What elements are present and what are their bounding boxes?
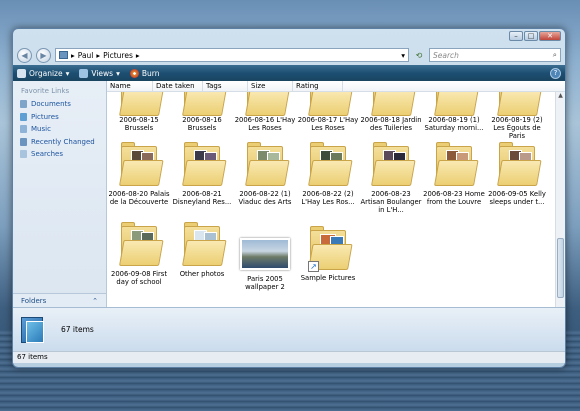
column-headers: Name Date taken Tags Size Rating (107, 81, 565, 92)
sidebar-item-recently-changed[interactable]: Recently Changed (13, 136, 106, 149)
scroll-up-icon[interactable]: ▲ (556, 92, 565, 101)
breadcrumb-pictures[interactable]: Pictures (103, 51, 133, 60)
column-date-taken[interactable]: Date taken (153, 81, 203, 91)
command-bar: Organize ▾ Views ▾ Burn ? (13, 65, 565, 81)
chevron-down-icon: ▾ (116, 68, 120, 78)
folder-icon (371, 92, 416, 116)
close-button[interactable]: ✕ (539, 31, 561, 41)
sidebar-item-documents[interactable]: Documents (13, 98, 106, 111)
folder-icon (497, 92, 542, 116)
breadcrumb-separator: ▸ (96, 50, 101, 60)
folder-item[interactable]: 2006-08-21 Disneyland Res... (170, 142, 234, 206)
music-icon (20, 125, 27, 134)
title-bar: – □ ✕ (13, 29, 565, 45)
folder-item[interactable]: 2006-08-20 Palais de la Découverte (107, 142, 171, 206)
address-bar[interactable]: ▸ Paul ▸ Pictures ▸ ▾ (55, 48, 409, 62)
column-rating[interactable]: Rating (293, 81, 343, 91)
shortcut-arrow-icon: ↗ (308, 261, 319, 272)
organize-button[interactable]: Organize ▾ (17, 68, 70, 78)
organize-icon (17, 68, 26, 78)
details-pane: 67 items (13, 307, 565, 351)
folder-icon (182, 222, 227, 268)
folder-item[interactable]: 2006-08-19 (1) Saturday morni... (422, 92, 486, 132)
file-list: Name Date taken Tags Size Rating 2006-08… (107, 81, 565, 307)
chevron-up-icon: ⌃ (92, 296, 98, 305)
folder-item[interactable]: 2006-09-05 Kelly sleeps under t... (485, 142, 549, 206)
folder-item[interactable]: 2006-08-22 (1) Viaduc des Arts (233, 142, 297, 206)
main-area: Favorite Links Documents Pictures Music … (13, 81, 565, 307)
folder-item[interactable]: 2006-08-16 L'Hay Les Roses (233, 92, 297, 132)
folder-item[interactable]: 2006-08-16 Brussels (170, 92, 234, 132)
folder-icon (119, 92, 164, 116)
folder-item[interactable]: Other photos (170, 222, 234, 278)
search-input[interactable]: Search ⌕ (429, 48, 561, 62)
folder-icon (434, 142, 479, 188)
burn-button[interactable]: Burn (129, 68, 159, 78)
column-size[interactable]: Size (248, 81, 293, 91)
folder-item[interactable]: 2006-08-19 (2) Les Égouts de Paris (485, 92, 549, 140)
folder-icon (182, 142, 227, 188)
folder-icon (434, 92, 479, 116)
image-item[interactable]: Paris 2005 wallpaper 2 (233, 222, 297, 291)
column-tags[interactable]: Tags (203, 81, 248, 91)
chevron-down-icon: ▾ (65, 68, 70, 78)
folder-item[interactable]: 2006-08-17 L'Hay Les Roses (296, 92, 360, 132)
folder-item[interactable]: 2006-08-23 Artisan Boulanger in L'H... (359, 142, 423, 214)
folder-icon (245, 142, 290, 188)
status-item-count: 67 items (17, 353, 48, 361)
folder-icon (119, 222, 164, 268)
status-bar: 67 items (13, 351, 565, 363)
folder-icon: ↗ (308, 226, 353, 272)
favorite-links-heading: Favorite Links (21, 87, 70, 95)
help-icon[interactable]: ? (550, 67, 561, 79)
folder-icon (497, 142, 542, 188)
pictures-icon (20, 112, 27, 121)
photo-thumbnail (240, 238, 290, 270)
folder-icon (308, 142, 353, 188)
folder-item[interactable]: 2006-09-08 First day of school (107, 222, 171, 286)
breadcrumb-separator: ▸ (71, 50, 75, 60)
vertical-scrollbar[interactable]: ▲ (555, 92, 565, 307)
address-row: ◀ ▶ ▸ Paul ▸ Pictures ▸ ▾ ⟲ Search ⌕ (13, 45, 565, 65)
breadcrumb-separator: ▸ (135, 50, 140, 60)
navigation-pane: Favorite Links Documents Pictures Music … (13, 81, 107, 307)
folder-item[interactable]: 2006-08-23 Home from the Louvre (422, 142, 486, 206)
refresh-icon[interactable]: ⟲ (413, 51, 425, 60)
folder-location-icon (59, 51, 68, 59)
minimize-button[interactable]: – (509, 31, 523, 41)
folder-icon (119, 142, 164, 188)
folder-item[interactable]: 2006-08-22 (2) L'Hay Les Ros... (296, 142, 360, 206)
search-icon: ⌕ (552, 50, 557, 59)
recently-changed-icon (20, 137, 27, 146)
folder-item[interactable]: 2006-08-15 Brussels (107, 92, 171, 132)
address-dropdown-icon[interactable]: ▾ (401, 51, 405, 60)
folders-toggle[interactable]: Folders ⌃ (13, 293, 106, 307)
folder-icon (245, 92, 290, 116)
item-count: 67 items (61, 325, 94, 334)
breadcrumb-paul[interactable]: Paul (78, 51, 94, 60)
column-name[interactable]: Name (107, 81, 153, 91)
pictures-library-icon (21, 315, 47, 345)
folder-item[interactable]: 2006-08-18 Jardin des Tuileries (359, 92, 423, 132)
folder-icon (308, 92, 353, 116)
window-controls: – □ ✕ (509, 31, 561, 41)
forward-button[interactable]: ▶ (36, 47, 51, 63)
documents-icon (20, 100, 27, 109)
shortcut-item[interactable]: ↗ Sample Pictures (296, 222, 360, 282)
views-icon (79, 68, 89, 78)
folder-icon (182, 92, 227, 116)
scrollbar-thumb[interactable] (557, 238, 564, 298)
sidebar-item-pictures[interactable]: Pictures (13, 111, 106, 124)
items-grid: 2006-08-15 Brussels 2006-08-16 Brussels (107, 92, 555, 307)
sidebar-item-searches[interactable]: Searches (13, 148, 106, 161)
burn-disc-icon (129, 68, 139, 78)
folder-icon (371, 142, 416, 188)
back-button[interactable]: ◀ (17, 47, 32, 63)
maximize-button[interactable]: □ (524, 31, 538, 41)
searches-icon (20, 150, 27, 159)
views-button[interactable]: Views ▾ (79, 68, 120, 78)
explorer-window: – □ ✕ ◀ ▶ ▸ Paul ▸ Pictures ▸ ▾ ⟲ Search… (12, 28, 566, 368)
sidebar-item-music[interactable]: Music (13, 123, 106, 136)
